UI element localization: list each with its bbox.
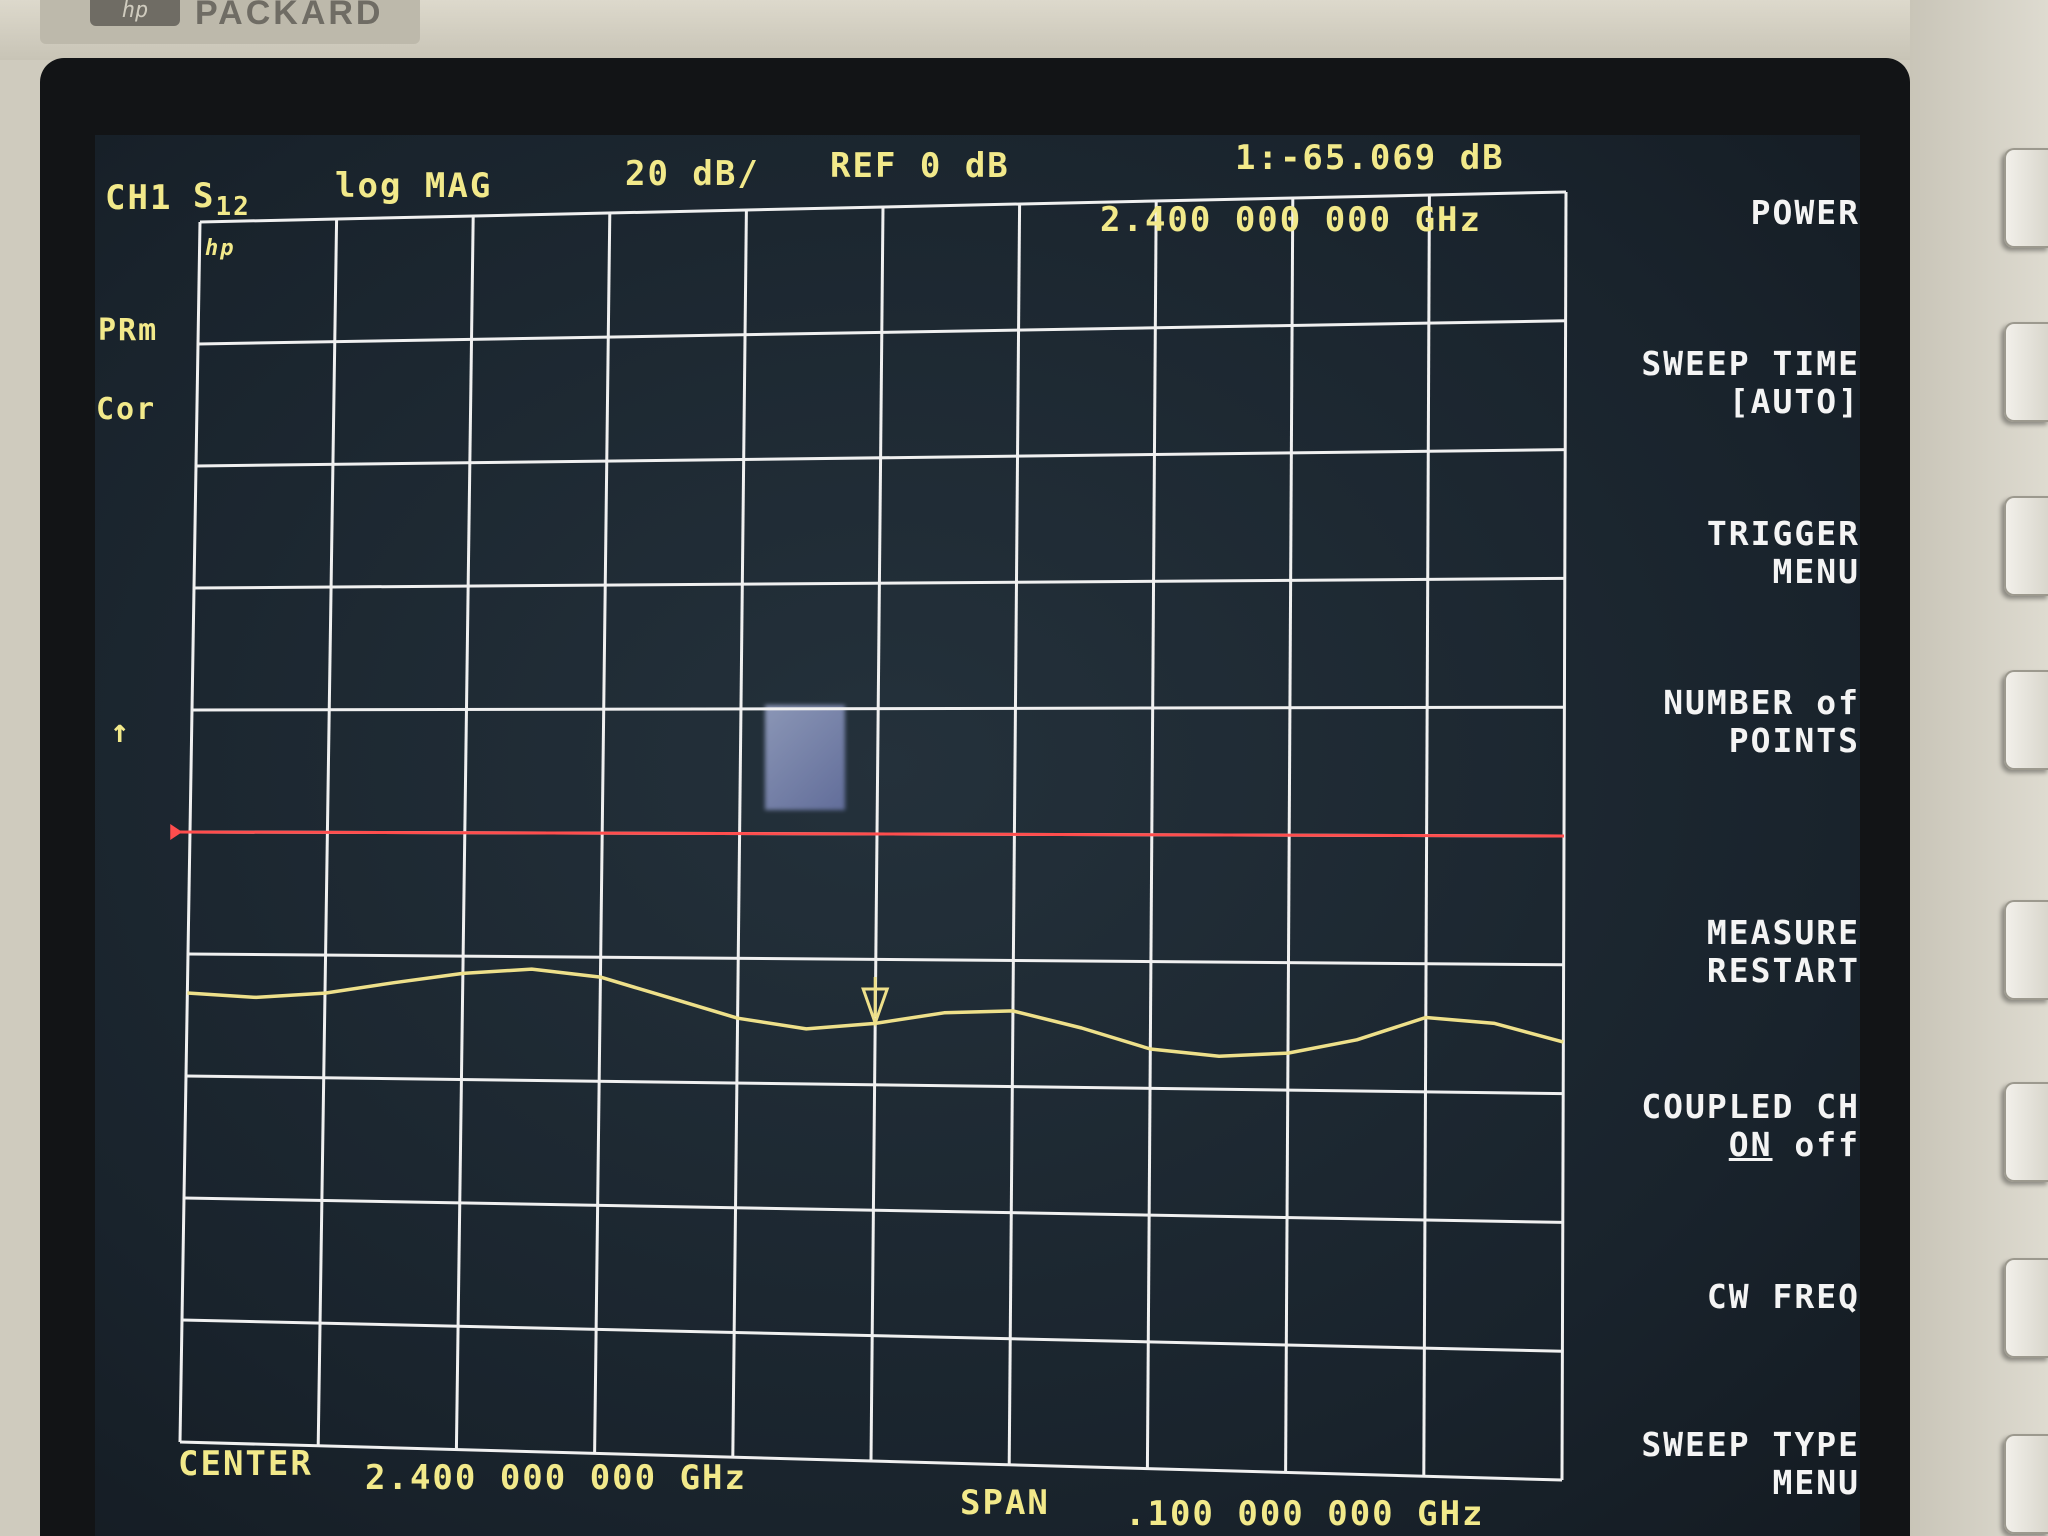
softkey-label-measure-restart[interactable]: MEASURE RESTART — [1560, 914, 1860, 990]
coupled-off-option: off — [1794, 1125, 1860, 1164]
power-ranging-indicator: PRm — [98, 313, 159, 348]
reference-position-marker — [170, 823, 183, 840]
softkey-button-cw-freq[interactable] — [2004, 1258, 2048, 1358]
scale-label: 20 dB/ — [625, 154, 760, 194]
center-value: 2.400 000 000 GHz — [365, 1458, 747, 1498]
channel-label: CH1 — [105, 178, 173, 218]
softkey-label-trigger-menu[interactable]: TRIGGER MENU — [1560, 515, 1860, 591]
reference-label: REF 0 dB — [830, 146, 1010, 186]
softkey-label-number-of-points[interactable]: NUMBER of POINTS — [1560, 684, 1860, 760]
reference-arrow-icon: ↑ — [110, 712, 132, 750]
softkey-label-sweep-time[interactable]: SWEEP TIME [AUTO] — [1560, 345, 1860, 421]
softkey-label-coupled-ch[interactable]: COUPLED CH ON off — [1560, 1088, 1860, 1164]
span-value: .100 000 000 GHz — [1125, 1494, 1485, 1534]
softkey-button-sweep-type-menu[interactable] — [2004, 1434, 2048, 1534]
softkey-button-trigger-menu[interactable] — [2004, 496, 2048, 596]
marker-frequency: 2.400 000 000 GHz — [1100, 200, 1482, 240]
center-label: CENTER — [178, 1444, 313, 1484]
softkey-label-cw-freq[interactable]: CW FREQ — [1560, 1278, 1860, 1316]
marker-readout: 1:-65.069 dB — [1235, 138, 1505, 178]
softkey-label-power[interactable]: POWER — [1560, 194, 1860, 232]
correction-indicator: Cor — [96, 392, 157, 427]
grid-horizontal-4 — [191, 705, 1565, 712]
softkey-button-measure-restart[interactable] — [2004, 900, 2048, 1000]
span-label: SPAN — [960, 1483, 1050, 1523]
format-label: log MAG — [335, 166, 493, 206]
softkey-button-power[interactable] — [2004, 148, 2048, 248]
softkey-label-sweep-type-menu[interactable]: SWEEP TYPE MENU — [1560, 1426, 1860, 1502]
s-parameter-label: S12 — [193, 176, 251, 222]
reference-line — [176, 830, 1565, 838]
softkey-button-coupled-ch[interactable] — [2004, 1082, 2048, 1182]
softkey-button-number-of-points[interactable] — [2004, 670, 2048, 770]
softkey-button-sweep-time[interactable] — [2004, 322, 2048, 422]
coupled-on-option: ON — [1728, 1125, 1773, 1164]
hp-screen-mark: hp — [205, 236, 236, 261]
